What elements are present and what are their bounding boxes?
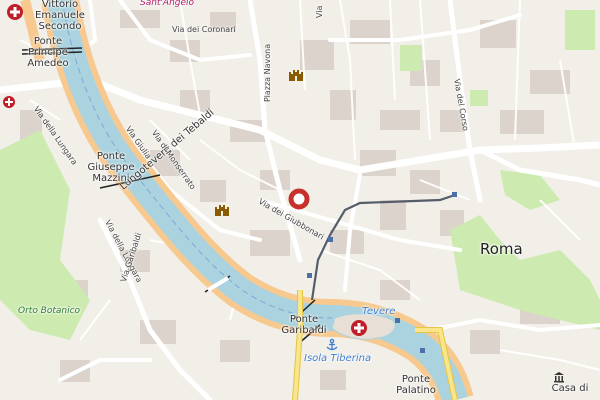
museum-icon[interactable] bbox=[553, 371, 565, 383]
poi-tevere: Tevere bbox=[362, 306, 396, 317]
anchor-icon[interactable] bbox=[325, 338, 339, 352]
bridge-label-palatino: Ponte Palatino bbox=[396, 374, 436, 396]
poi-casa: Casa di bbox=[551, 383, 589, 394]
poi-orto-botanico: Orto Botanico bbox=[18, 306, 81, 316]
city-label: Roma bbox=[480, 240, 523, 258]
hospital-icon[interactable] bbox=[2, 95, 16, 109]
castle-icon[interactable] bbox=[288, 68, 304, 82]
bridge-label-garibaldi: Ponte Garibaldi bbox=[281, 314, 327, 336]
bridge-label-vittorio: Vittorio Emanuele Secondo bbox=[35, 0, 85, 32]
castle-icon[interactable] bbox=[214, 203, 230, 217]
hospital-icon[interactable] bbox=[6, 3, 24, 21]
street-via-top: Via bbox=[315, 5, 324, 18]
street-via-coronari: Via dei Coronari bbox=[172, 25, 236, 34]
map-canvas[interactable]: Vittorio Emanuele Secondo Ponte Principe Ame… bbox=[0, 0, 600, 400]
street-piazza-navona: Piazza Navona bbox=[263, 43, 272, 102]
poi-isola-tiberina: Isola Tiberina bbox=[304, 353, 372, 364]
bridge-label-principe: Ponte Principe Amedeo bbox=[27, 36, 69, 69]
poi-sant-angelo: Sant'Angelo bbox=[140, 0, 195, 8]
location-marker-icon[interactable] bbox=[288, 188, 310, 210]
hospital-icon[interactable] bbox=[350, 319, 368, 337]
